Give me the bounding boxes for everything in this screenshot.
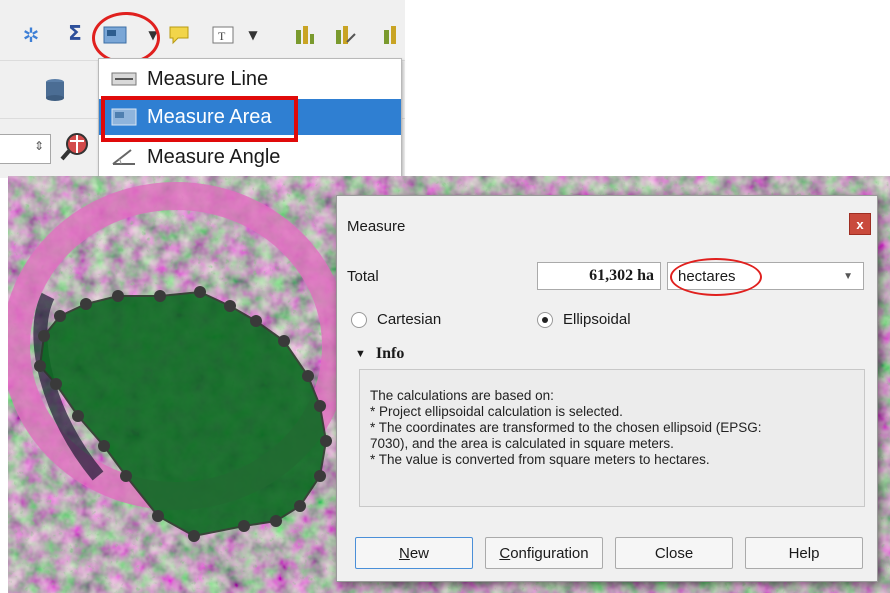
info-line: * The value is converted from square met… xyxy=(370,452,710,467)
svg-text:T: T xyxy=(218,29,226,43)
close-button[interactable]: Close xyxy=(615,537,733,569)
close-icon[interactable]: x xyxy=(849,213,871,235)
info-line: 7030), and the area is calculated in squ… xyxy=(370,436,674,451)
menu-item-measure-line[interactable]: Measure Line xyxy=(99,61,401,97)
radio-cartesian-label: Cartesian xyxy=(377,311,442,328)
text-annotation-icon[interactable]: T xyxy=(208,20,238,50)
radio-ellipsoidal[interactable] xyxy=(537,312,553,328)
chevron-down-icon: ▼ xyxy=(843,271,853,282)
annotation-ellipse xyxy=(670,258,762,296)
info-section-toggle[interactable]: ▼ Info xyxy=(355,345,404,363)
database-icon[interactable] xyxy=(40,75,70,105)
bar-chart-icon[interactable] xyxy=(378,20,408,50)
histogram-icon xyxy=(384,26,396,44)
menu-item-label: Measure Line xyxy=(147,67,269,90)
bar-chart-icon[interactable] xyxy=(290,20,320,50)
histogram-icon xyxy=(296,26,314,44)
info-panel: The calculations are based on: * Project… xyxy=(359,369,865,507)
configuration-button-mnemonic: C xyxy=(499,544,511,562)
total-value-field: 61,302 ha xyxy=(537,262,661,290)
measure-angle-icon xyxy=(111,147,137,167)
speech-bubble-icon xyxy=(169,26,189,45)
radio-ellipsoidal-label: Ellipsoidal xyxy=(563,311,631,328)
db-cylinder-icon xyxy=(46,79,64,101)
spinner-arrows-icon[interactable]: ⇕ xyxy=(34,139,44,153)
menu-item-measure-angle[interactable]: Measure Angle xyxy=(99,139,401,175)
configuration-button-label: onfiguration xyxy=(510,544,589,562)
radio-cartesian[interactable] xyxy=(351,312,367,328)
info-line: * Project ellipsoidal calculation is sel… xyxy=(370,404,623,419)
new-button-mnemonic: N xyxy=(398,544,410,562)
help-button[interactable]: Help xyxy=(745,537,863,569)
text-box-icon: T xyxy=(212,26,234,44)
scale-spinbox[interactable]: ⇕ xyxy=(0,134,51,164)
configuration-button[interactable]: Configuration xyxy=(485,537,603,569)
annotation-rectangle xyxy=(101,96,298,142)
new-button[interactable]: New xyxy=(355,537,473,569)
info-header-label: Info xyxy=(375,345,405,362)
magnifier-globe-icon xyxy=(60,133,88,161)
gear-icon[interactable]: ✲ xyxy=(16,20,46,50)
info-line: * The coordinates are transformed to the… xyxy=(370,420,762,435)
collapse-triangle-icon: ▼ xyxy=(355,348,366,360)
measure-line-icon xyxy=(111,69,137,89)
info-line: The calculations are based on: xyxy=(370,388,554,403)
attributes-toolbar: ✲ Σ ▼ T ▼ xyxy=(0,8,405,61)
info-text: The calculations are based on: * Project… xyxy=(370,388,860,468)
new-button-label: ew xyxy=(409,544,430,562)
total-label: Total xyxy=(347,268,379,285)
chevron-down-icon[interactable]: ▼ xyxy=(238,20,268,50)
menu-item-label: Measure Angle xyxy=(147,145,281,168)
measure-dialog: Measure x Total 61,302 ha hectares ▼ Car… xyxy=(336,195,878,582)
bar-chart-edit-icon[interactable] xyxy=(330,20,360,50)
annotation-ellipse xyxy=(92,12,160,64)
map-tips-icon[interactable] xyxy=(164,20,194,50)
zoom-icon[interactable] xyxy=(60,132,90,162)
histogram-pencil-icon xyxy=(336,26,356,44)
statistics-sigma-icon[interactable]: Σ xyxy=(60,18,90,48)
dialog-title: Measure xyxy=(347,218,406,235)
